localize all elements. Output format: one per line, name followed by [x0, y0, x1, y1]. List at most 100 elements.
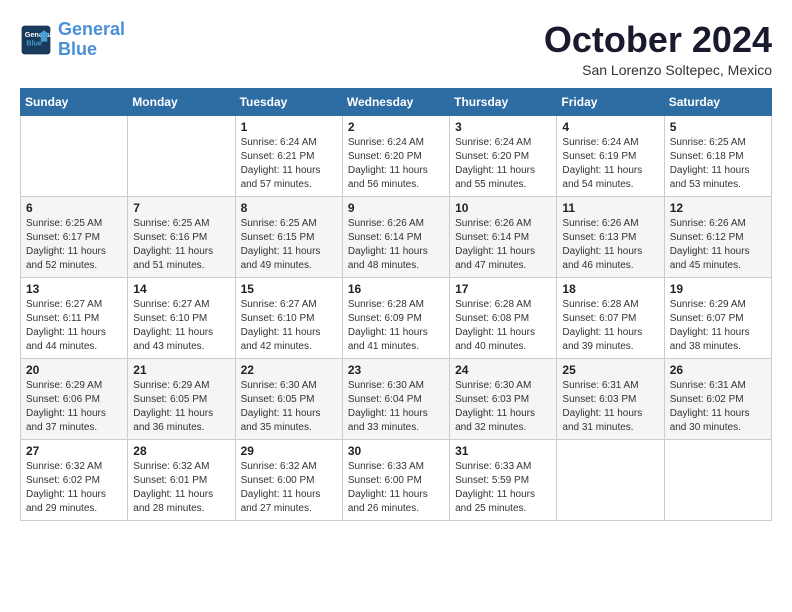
calendar-body: 1 Sunrise: 6:24 AM Sunset: 6:21 PM Daylig…: [21, 115, 772, 520]
calendar-cell: 14 Sunrise: 6:27 AM Sunset: 6:10 PM Dayli…: [128, 277, 235, 358]
month-title: October 2024: [544, 20, 772, 60]
calendar-table: SundayMondayTuesdayWednesdayThursdayFrid…: [20, 88, 772, 521]
day-number: 20: [26, 363, 122, 377]
page-header: General Blue General Blue October 2024 S…: [20, 20, 772, 78]
week-row-1: 1 Sunrise: 6:24 AM Sunset: 6:21 PM Daylig…: [21, 115, 772, 196]
day-info: Sunrise: 6:28 AM Sunset: 6:07 PM Dayligh…: [562, 298, 658, 354]
calendar-cell: 8 Sunrise: 6:25 AM Sunset: 6:15 PM Daylig…: [235, 196, 342, 277]
calendar-cell: 1 Sunrise: 6:24 AM Sunset: 6:21 PM Daylig…: [235, 115, 342, 196]
calendar-cell: 31 Sunrise: 6:33 AM Sunset: 5:59 PM Dayli…: [450, 439, 557, 520]
logo-blue: Blue: [58, 39, 97, 59]
day-number: 21: [133, 363, 229, 377]
day-info: Sunrise: 6:27 AM Sunset: 6:10 PM Dayligh…: [133, 298, 229, 354]
header-row: SundayMondayTuesdayWednesdayThursdayFrid…: [21, 88, 772, 115]
day-number: 16: [348, 282, 444, 296]
svg-text:Blue: Blue: [26, 38, 42, 47]
calendar-cell: 24 Sunrise: 6:30 AM Sunset: 6:03 PM Dayli…: [450, 358, 557, 439]
calendar-header: SundayMondayTuesdayWednesdayThursdayFrid…: [21, 88, 772, 115]
calendar-cell: 28 Sunrise: 6:32 AM Sunset: 6:01 PM Dayli…: [128, 439, 235, 520]
calendar-cell: 26 Sunrise: 6:31 AM Sunset: 6:02 PM Dayli…: [664, 358, 771, 439]
day-number: 7: [133, 201, 229, 215]
day-number: 15: [241, 282, 337, 296]
day-info: Sunrise: 6:28 AM Sunset: 6:08 PM Dayligh…: [455, 298, 551, 354]
day-number: 10: [455, 201, 551, 215]
day-number: 14: [133, 282, 229, 296]
day-number: 22: [241, 363, 337, 377]
calendar-cell: 15 Sunrise: 6:27 AM Sunset: 6:10 PM Dayli…: [235, 277, 342, 358]
day-info: Sunrise: 6:24 AM Sunset: 6:20 PM Dayligh…: [348, 136, 444, 192]
day-info: Sunrise: 6:33 AM Sunset: 5:59 PM Dayligh…: [455, 460, 551, 516]
header-monday: Monday: [128, 88, 235, 115]
calendar-cell: [21, 115, 128, 196]
day-number: 28: [133, 444, 229, 458]
day-info: Sunrise: 6:24 AM Sunset: 6:19 PM Dayligh…: [562, 136, 658, 192]
calendar-cell: 4Sunrise: 6:24 AM Sunset: 6:19 PM Daylig…: [557, 115, 664, 196]
week-row-2: 6Sunrise: 6:25 AM Sunset: 6:17 PM Daylig…: [21, 196, 772, 277]
day-info: Sunrise: 6:29 AM Sunset: 6:07 PM Dayligh…: [670, 298, 766, 354]
calendar-cell: 21 Sunrise: 6:29 AM Sunset: 6:05 PM Dayli…: [128, 358, 235, 439]
day-number: 13: [26, 282, 122, 296]
day-info: Sunrise: 6:30 AM Sunset: 6:04 PM Dayligh…: [348, 379, 444, 435]
day-number: 30: [348, 444, 444, 458]
day-number: 23: [348, 363, 444, 377]
location-subtitle: San Lorenzo Soltepec, Mexico: [544, 62, 772, 78]
calendar-cell: [557, 439, 664, 520]
calendar-cell: 30 Sunrise: 6:33 AM Sunset: 6:00 PM Dayli…: [342, 439, 449, 520]
day-info: Sunrise: 6:24 AM Sunset: 6:21 PM Dayligh…: [241, 136, 337, 192]
day-info: Sunrise: 6:27 AM Sunset: 6:11 PM Dayligh…: [26, 298, 122, 354]
day-info: Sunrise: 6:31 AM Sunset: 6:03 PM Dayligh…: [562, 379, 658, 435]
day-number: 31: [455, 444, 551, 458]
day-number: 18: [562, 282, 658, 296]
calendar-cell: [128, 115, 235, 196]
logo-general: General: [58, 19, 125, 39]
day-info: Sunrise: 6:26 AM Sunset: 6:14 PM Dayligh…: [348, 217, 444, 273]
calendar-cell: 2Sunrise: 6:24 AM Sunset: 6:20 PM Daylig…: [342, 115, 449, 196]
day-info: Sunrise: 6:24 AM Sunset: 6:20 PM Dayligh…: [455, 136, 551, 192]
day-number: 11: [562, 201, 658, 215]
calendar-cell: 27Sunrise: 6:32 AM Sunset: 6:02 PM Dayli…: [21, 439, 128, 520]
day-info: Sunrise: 6:27 AM Sunset: 6:10 PM Dayligh…: [241, 298, 337, 354]
day-number: 6: [26, 201, 122, 215]
day-number: 17: [455, 282, 551, 296]
week-row-4: 20Sunrise: 6:29 AM Sunset: 6:06 PM Dayli…: [21, 358, 772, 439]
day-number: 9: [348, 201, 444, 215]
day-info: Sunrise: 6:30 AM Sunset: 6:05 PM Dayligh…: [241, 379, 337, 435]
calendar-cell: 17 Sunrise: 6:28 AM Sunset: 6:08 PM Dayli…: [450, 277, 557, 358]
calendar-cell: 7 Sunrise: 6:25 AM Sunset: 6:16 PM Daylig…: [128, 196, 235, 277]
title-block: October 2024 San Lorenzo Soltepec, Mexic…: [544, 20, 772, 78]
calendar-cell: 3 Sunrise: 6:24 AM Sunset: 6:20 PM Daylig…: [450, 115, 557, 196]
calendar-cell: 6Sunrise: 6:25 AM Sunset: 6:17 PM Daylig…: [21, 196, 128, 277]
day-info: Sunrise: 6:33 AM Sunset: 6:00 PM Dayligh…: [348, 460, 444, 516]
day-info: Sunrise: 6:26 AM Sunset: 6:12 PM Dayligh…: [670, 217, 766, 273]
header-saturday: Saturday: [664, 88, 771, 115]
day-info: Sunrise: 6:25 AM Sunset: 6:18 PM Dayligh…: [670, 136, 766, 192]
day-info: Sunrise: 6:29 AM Sunset: 6:05 PM Dayligh…: [133, 379, 229, 435]
day-number: 3: [455, 120, 551, 134]
day-number: 8: [241, 201, 337, 215]
day-number: 29: [241, 444, 337, 458]
day-info: Sunrise: 6:26 AM Sunset: 6:13 PM Dayligh…: [562, 217, 658, 273]
day-info: Sunrise: 6:32 AM Sunset: 6:00 PM Dayligh…: [241, 460, 337, 516]
calendar-cell: 29 Sunrise: 6:32 AM Sunset: 6:00 PM Dayli…: [235, 439, 342, 520]
header-friday: Friday: [557, 88, 664, 115]
header-thursday: Thursday: [450, 88, 557, 115]
logo-text: General Blue: [58, 20, 125, 60]
day-number: 24: [455, 363, 551, 377]
calendar-cell: 10Sunrise: 6:26 AM Sunset: 6:14 PM Dayli…: [450, 196, 557, 277]
day-number: 1: [241, 120, 337, 134]
calendar-cell: 22 Sunrise: 6:30 AM Sunset: 6:05 PM Dayli…: [235, 358, 342, 439]
header-tuesday: Tuesday: [235, 88, 342, 115]
calendar-cell: 13 Sunrise: 6:27 AM Sunset: 6:11 PM Dayli…: [21, 277, 128, 358]
day-info: Sunrise: 6:25 AM Sunset: 6:16 PM Dayligh…: [133, 217, 229, 273]
week-row-3: 13 Sunrise: 6:27 AM Sunset: 6:11 PM Dayli…: [21, 277, 772, 358]
calendar-cell: [664, 439, 771, 520]
day-number: 5: [670, 120, 766, 134]
day-info: Sunrise: 6:30 AM Sunset: 6:03 PM Dayligh…: [455, 379, 551, 435]
day-info: Sunrise: 6:32 AM Sunset: 6:01 PM Dayligh…: [133, 460, 229, 516]
day-info: Sunrise: 6:25 AM Sunset: 6:15 PM Dayligh…: [241, 217, 337, 273]
day-number: 26: [670, 363, 766, 377]
calendar-cell: 16Sunrise: 6:28 AM Sunset: 6:09 PM Dayli…: [342, 277, 449, 358]
day-info: Sunrise: 6:31 AM Sunset: 6:02 PM Dayligh…: [670, 379, 766, 435]
calendar-cell: 12Sunrise: 6:26 AM Sunset: 6:12 PM Dayli…: [664, 196, 771, 277]
week-row-5: 27Sunrise: 6:32 AM Sunset: 6:02 PM Dayli…: [21, 439, 772, 520]
